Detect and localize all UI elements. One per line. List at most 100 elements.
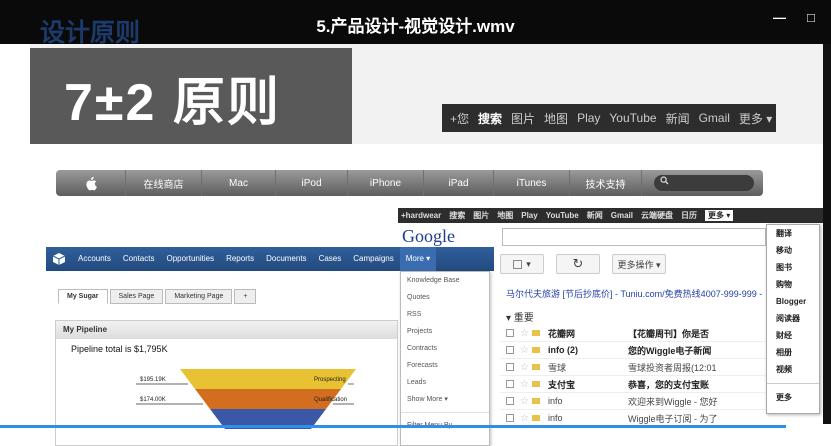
more-menu-item[interactable]: 阅读器	[767, 310, 819, 327]
refresh-button[interactable]: ↻	[556, 254, 600, 274]
crm-nav-item[interactable]: Cases	[313, 247, 348, 271]
crm-tab[interactable]: My Sugar	[58, 289, 108, 304]
google-nav-item[interactable]: Play	[577, 111, 600, 125]
gmail-top-item[interactable]: 云端硬盘	[641, 210, 673, 221]
google-nav-item[interactable]: 图片	[511, 110, 535, 127]
more-menu-item[interactable]: 移动	[767, 242, 819, 259]
star-icon[interactable]: ☆	[520, 345, 532, 356]
important-marker-icon[interactable]	[532, 330, 540, 336]
more-menu-item[interactable]: 图书	[767, 259, 819, 276]
crm-tab[interactable]: Marketing Page	[165, 289, 233, 304]
message-row[interactable]: ☆ 花瓣网 【花瓣周刊】你是否	[500, 325, 780, 342]
message-subject: 【花瓣周刊】你是否	[628, 328, 710, 339]
crm-dropdown-item[interactable]: Show More ▾	[401, 391, 489, 408]
crm-nav-item[interactable]: Reports	[220, 247, 260, 271]
more-menu-item[interactable]: 翻译	[767, 225, 819, 242]
crm-dropdown-item[interactable]: Contracts	[401, 340, 489, 357]
gmail-ad-link[interactable]: 马尔代夫旅游 [节后抄底价] - Tuniu.com/免费热线4007-999-…	[506, 287, 783, 300]
crm-nav-item[interactable]: More ▾	[399, 247, 437, 271]
gmail-top-item[interactable]: YouTube	[546, 211, 579, 220]
message-sender: 花瓣网	[548, 328, 576, 339]
gmail-top-item[interactable]: Gmail	[611, 211, 633, 220]
google-nav-item[interactable]: 搜索	[478, 110, 502, 127]
row-checkbox[interactable]	[506, 363, 514, 371]
star-icon[interactable]: ☆	[520, 396, 532, 407]
apple-nav-item[interactable]: iPod	[276, 170, 348, 196]
gmail-top-item[interactable]: +hardwear	[401, 211, 441, 220]
more-menu-item[interactable]: Blogger	[767, 293, 819, 310]
gmail-top-item[interactable]: 日历	[681, 210, 697, 221]
google-nav-item[interactable]: YouTube	[609, 111, 656, 125]
more-menu-item[interactable]: 视频	[767, 361, 819, 378]
more-actions-button[interactable]: 更多操作 ▾	[612, 254, 666, 274]
message-row[interactable]: ☆ 支付宝 恭喜，您的支付宝账	[500, 376, 780, 393]
apple-nav-item[interactable]: Mac	[202, 170, 276, 196]
crm-dropdown-item[interactable]: Knowledge Base	[401, 272, 489, 289]
crm-nav-item[interactable]: Accounts	[72, 247, 117, 271]
row-checkbox[interactable]	[506, 346, 514, 354]
google-nav-item[interactable]: 地图	[544, 110, 568, 127]
more-menu-item[interactable]: 财经	[767, 327, 819, 344]
important-marker-icon[interactable]	[532, 381, 540, 387]
crm-nav-item[interactable]: Documents	[260, 247, 312, 271]
message-row[interactable]: ☆ 雪球 雪球投资者周报(12:01	[500, 359, 780, 376]
crm-dropdown-item[interactable]: Projects	[401, 323, 489, 340]
apple-logo-icon[interactable]	[56, 170, 126, 196]
crm-nav-item[interactable]: Opportunities	[160, 247, 220, 271]
important-marker-icon[interactable]	[532, 347, 540, 353]
more-menu-footer[interactable]: 更多	[767, 389, 819, 406]
restore-icon[interactable]: □	[807, 10, 815, 25]
checkbox-icon	[513, 259, 523, 269]
gmail-top-item[interactable]: 图片	[473, 210, 489, 221]
important-section-label[interactable]: ▾ 重要	[506, 309, 534, 324]
crm-nav-item[interactable]: Campaigns	[347, 247, 399, 271]
google-nav-item[interactable]: 新闻	[666, 110, 690, 127]
crm-nav-item[interactable]: Contacts	[117, 247, 161, 271]
crm-dropdown-item[interactable]: Forecasts	[401, 357, 489, 374]
gmail-top-item[interactable]: 地图	[497, 210, 513, 221]
select-checkbox-button[interactable]: ▾	[500, 254, 544, 274]
video-progress-bar[interactable]	[0, 425, 787, 428]
row-checkbox[interactable]	[506, 414, 514, 422]
crm-dropdown-item[interactable]: RSS	[401, 306, 489, 323]
apple-nav-item[interactable]: 技术支持	[570, 170, 642, 196]
google-nav-item[interactable]: 更多 ▾	[739, 110, 772, 127]
gmail-top-item[interactable]: Play	[521, 211, 537, 220]
scrollbar-strip[interactable]	[823, 44, 831, 424]
gmail-top-item[interactable]: 搜索	[449, 210, 465, 221]
more-menu-item[interactable]: 购物	[767, 276, 819, 293]
apple-nav-item[interactable]: 在线商店	[126, 170, 202, 196]
gmail-top-item[interactable]: 新闻	[587, 210, 603, 221]
important-marker-icon[interactable]	[532, 364, 540, 370]
message-row[interactable]: ☆ info (2) 您的Wiggle电子新闻	[500, 342, 780, 359]
video-title-bar: 5.产品设计-视觉设计.wmv — □ 设计原则	[0, 0, 831, 47]
star-icon[interactable]: ☆	[520, 362, 532, 373]
chevron-down-icon: ▾	[526, 258, 531, 269]
gmail-search-input[interactable]	[502, 228, 766, 246]
star-icon[interactable]: ☆	[520, 413, 532, 424]
row-checkbox[interactable]	[506, 397, 514, 405]
apple-nav-item[interactable]: iPad	[424, 170, 494, 196]
important-marker-icon[interactable]	[532, 398, 540, 404]
google-nav-item[interactable]: Gmail	[699, 111, 730, 125]
google-nav-bar: +您 搜索 图片 地图 Play YouTube 新闻 Gmail 更多 ▾	[442, 104, 776, 132]
crm-tab[interactable]: Sales Page	[109, 289, 164, 304]
video-frame: 5.产品设计-视觉设计.wmv — □ 设计原则 7±2 原则 +您 搜索 图片 地图…	[0, 0, 831, 446]
apple-nav-item[interactable]: iPhone	[348, 170, 424, 196]
crm-dropdown-item[interactable]: Leads	[401, 374, 489, 391]
more-menu-item[interactable]: 相册	[767, 344, 819, 361]
sugar-cube-logo-icon[interactable]	[46, 247, 72, 271]
row-checkbox[interactable]	[506, 380, 514, 388]
star-icon[interactable]: ☆	[520, 328, 532, 339]
crm-dropdown-item[interactable]: Quotes	[401, 289, 489, 306]
gmail-top-item[interactable]: 更多 ▾	[704, 210, 734, 221]
apple-nav-item[interactable]: iTunes	[494, 170, 570, 196]
minimize-icon[interactable]: —	[773, 10, 786, 25]
message-row[interactable]: ☆ info 欢迎来到Wiggle - 您好	[500, 393, 780, 410]
google-nav-item[interactable]: +您	[450, 110, 469, 127]
crm-tab[interactable]: +	[234, 289, 257, 304]
star-icon[interactable]: ☆	[520, 379, 532, 390]
important-marker-icon[interactable]	[532, 415, 540, 421]
row-checkbox[interactable]	[506, 329, 514, 337]
apple-search-input[interactable]	[654, 175, 754, 191]
